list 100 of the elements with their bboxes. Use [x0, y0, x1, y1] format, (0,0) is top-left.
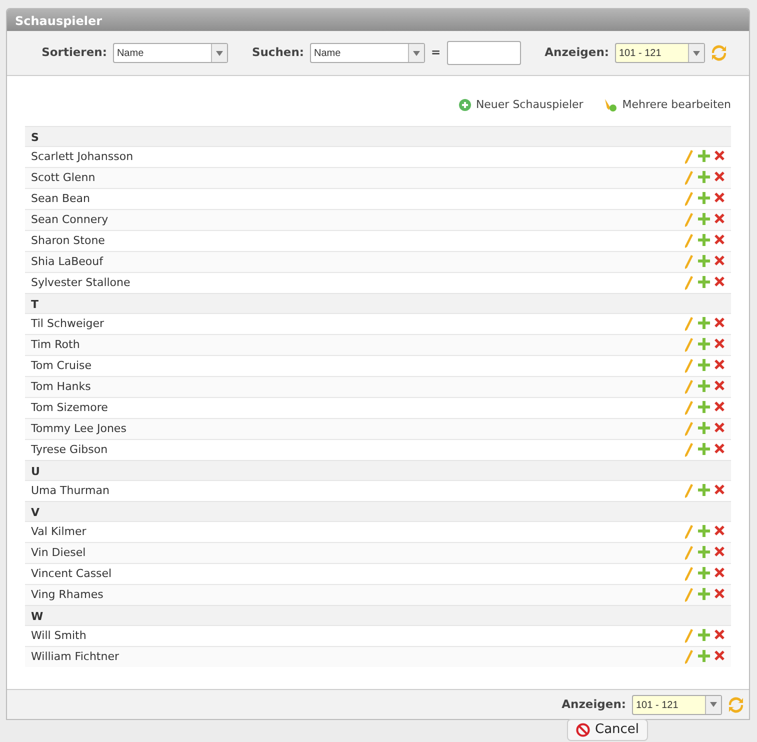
actor-name[interactable]: Tyrese Gibson	[31, 442, 684, 458]
add-icon[interactable]	[698, 150, 710, 162]
edit-icon[interactable]	[684, 359, 694, 373]
search-label: Suchen:	[252, 44, 304, 62]
edit-icon[interactable]	[684, 650, 694, 664]
delete-icon[interactable]	[714, 484, 725, 495]
add-icon[interactable]	[698, 401, 710, 413]
delete-icon[interactable]	[714, 401, 725, 412]
sort-label: Sortieren:	[42, 44, 107, 62]
actor-name[interactable]: Tom Cruise	[31, 358, 684, 374]
sort-dropdown[interactable]: Name	[112, 43, 228, 63]
add-icon[interactable]	[698, 650, 710, 662]
equals-sign: =	[431, 44, 441, 62]
group-header: V	[25, 501, 731, 521]
edit-icon[interactable]	[684, 443, 694, 457]
delete-icon[interactable]	[714, 567, 725, 578]
add-icon[interactable]	[698, 525, 710, 537]
delete-icon[interactable]	[714, 443, 725, 454]
edit-icon[interactable]	[684, 525, 694, 539]
edit-icon[interactable]	[684, 588, 694, 602]
caret-icon	[693, 50, 700, 56]
edit-icon[interactable]	[684, 171, 694, 185]
edit-multiple-link[interactable]: Mehrere bearbeiten	[603, 84, 731, 126]
new-actor-link[interactable]: Neuer Schauspieler	[458, 84, 584, 126]
edit-icon[interactable]	[684, 380, 694, 394]
add-icon[interactable]	[698, 317, 710, 329]
add-icon	[458, 99, 471, 111]
search-input[interactable]	[446, 41, 521, 65]
edit-icon[interactable]	[684, 213, 694, 227]
add-icon[interactable]	[698, 255, 710, 267]
delete-icon[interactable]	[714, 546, 725, 557]
add-icon[interactable]	[698, 567, 710, 579]
cancel-icon	[576, 723, 590, 737]
delete-icon[interactable]	[714, 234, 725, 245]
actor-name[interactable]: Til Schweiger	[31, 316, 684, 332]
actor-name[interactable]: Tom Sizemore	[31, 400, 684, 416]
add-icon[interactable]	[698, 588, 710, 600]
delete-icon[interactable]	[714, 359, 725, 370]
edit-icon[interactable]	[684, 192, 694, 206]
add-icon[interactable]	[698, 380, 710, 392]
edit-icon[interactable]	[684, 317, 694, 331]
show-label: Anzeigen:	[562, 696, 626, 713]
delete-icon[interactable]	[714, 150, 725, 161]
actor-name[interactable]: Val Kilmer	[31, 524, 684, 540]
edit-icon[interactable]	[684, 629, 694, 643]
add-icon[interactable]	[698, 422, 710, 434]
delete-icon[interactable]	[714, 588, 725, 599]
refresh-icon[interactable]	[728, 696, 744, 712]
edit-icon[interactable]	[684, 150, 694, 164]
delete-icon[interactable]	[714, 317, 725, 328]
add-icon[interactable]	[698, 359, 710, 371]
delete-icon[interactable]	[714, 525, 725, 536]
group-header: T	[25, 293, 731, 313]
add-icon[interactable]	[698, 276, 710, 288]
edit-icon[interactable]	[684, 422, 694, 436]
delete-icon[interactable]	[714, 422, 725, 433]
edit-icon[interactable]	[684, 234, 694, 248]
add-icon[interactable]	[698, 629, 710, 641]
actor-name[interactable]: Vincent Cassel	[31, 566, 684, 582]
add-icon[interactable]	[698, 443, 710, 455]
add-icon[interactable]	[698, 171, 710, 183]
actor-name[interactable]: Sylvester Stallone	[31, 274, 684, 292]
add-icon[interactable]	[698, 546, 710, 558]
add-icon[interactable]	[698, 484, 710, 496]
delete-icon[interactable]	[714, 650, 725, 661]
edit-icon[interactable]	[684, 484, 694, 498]
caret-icon	[216, 50, 223, 56]
show-label: Anzeigen:	[544, 44, 609, 62]
add-icon[interactable]	[698, 192, 710, 204]
cancel-button[interactable]: Cancel	[567, 719, 648, 741]
actor-name[interactable]: Uma Thurman	[31, 482, 684, 500]
edit-icon[interactable]	[684, 401, 694, 415]
delete-icon[interactable]	[714, 380, 725, 391]
actor-name[interactable]: Sean Bean	[31, 190, 684, 208]
actor-name[interactable]: Sharon Stone	[31, 232, 684, 250]
group-header: S	[25, 126, 731, 146]
edit-icon[interactable]	[684, 567, 694, 581]
delete-icon[interactable]	[714, 171, 725, 182]
delete-icon[interactable]	[714, 629, 725, 640]
add-icon[interactable]	[698, 234, 710, 246]
actor-name[interactable]: Scarlett Johansson	[31, 148, 684, 166]
delete-icon[interactable]	[714, 213, 725, 224]
delete-icon[interactable]	[714, 192, 725, 203]
actor-name[interactable]: Will Smith	[31, 628, 684, 644]
delete-icon[interactable]	[714, 338, 725, 349]
edit-icon[interactable]	[684, 276, 694, 290]
add-icon[interactable]	[698, 213, 710, 225]
group-header: U	[25, 460, 731, 480]
refresh-icon[interactable]	[711, 45, 727, 61]
edit-icon[interactable]	[684, 546, 694, 560]
search-field-dropdown[interactable]: Name	[310, 43, 426, 63]
range-dropdown[interactable]: 101 - 121	[615, 43, 705, 63]
caret-icon	[710, 702, 717, 707]
add-icon[interactable]	[698, 338, 710, 350]
edit-icon[interactable]	[684, 255, 694, 269]
edit-icon[interactable]	[684, 338, 694, 352]
window-title: Schauspieler	[7, 9, 749, 31]
delete-icon[interactable]	[714, 276, 725, 287]
delete-icon[interactable]	[714, 255, 725, 266]
range-dropdown[interactable]: 101 - 121	[632, 694, 722, 714]
